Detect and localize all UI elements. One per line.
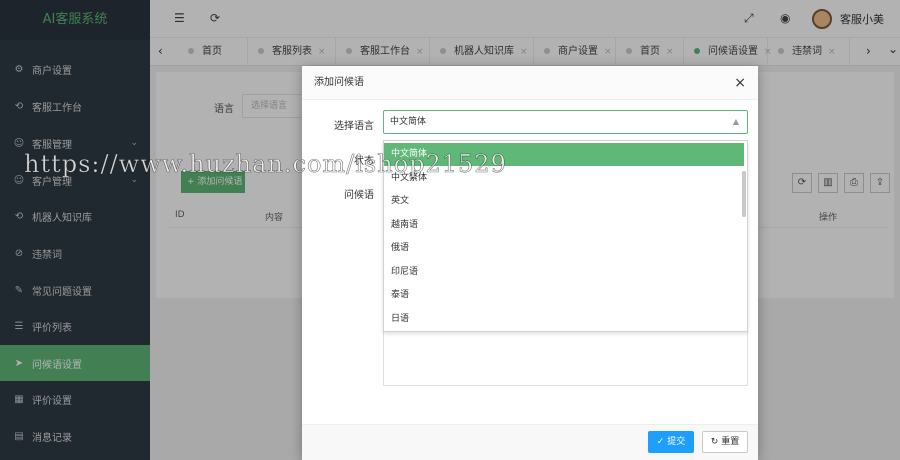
dropdown-scrollbar[interactable] xyxy=(742,171,746,217)
greeting-textarea[interactable] xyxy=(383,332,748,386)
language-option[interactable]: 俄语 xyxy=(384,237,744,260)
language-option[interactable]: 印尼语 xyxy=(384,261,744,284)
language-option[interactable]: 英文 xyxy=(384,190,744,213)
select-language-label: 选择语言 xyxy=(334,121,374,132)
language-select[interactable]: 中文简体 ▲ xyxy=(383,110,748,134)
language-option[interactable]: 泰语 xyxy=(384,284,744,307)
chevron-up-icon: ▲ xyxy=(732,117,739,126)
language-option[interactable]: 中文繁体 xyxy=(384,167,744,190)
language-option[interactable]: 日语 xyxy=(384,308,744,331)
language-select-value: 中文简体 xyxy=(390,117,427,127)
submit-button[interactable]: ✓ 提交 xyxy=(648,431,694,453)
close-icon[interactable]: × xyxy=(734,75,746,91)
reset-button[interactable]: ↻ 重置 xyxy=(702,431,748,453)
language-option[interactable]: 越南语 xyxy=(384,214,744,237)
status-label: 状态 xyxy=(354,156,374,167)
greeting-label: 问候语 xyxy=(344,190,374,201)
modal-footer: ✓ 提交 ↻ 重置 xyxy=(302,424,758,460)
modal-title: 添加问候语 xyxy=(302,66,758,100)
language-dropdown: 中文简体 中文繁体 英文 越南语 俄语 印尼语 泰语 日语 xyxy=(383,140,748,332)
add-greeting-modal: 添加问候语 × 选择语言 中文简体 ▲ 状态 问候语 中文简体 中文繁体 英文 … xyxy=(302,66,758,460)
language-option[interactable]: 中文简体 xyxy=(384,143,744,166)
